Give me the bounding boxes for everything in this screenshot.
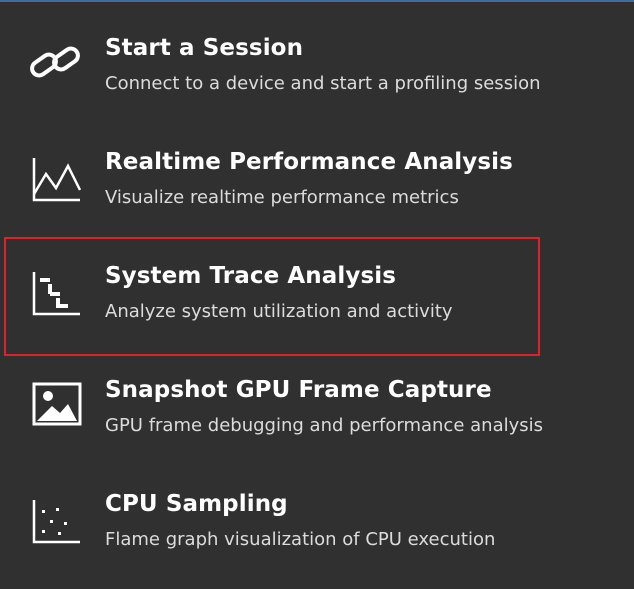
menu-item-title: System Trace Analysis xyxy=(105,263,397,289)
menu-item-gpu-frame-capture[interactable]: Snapshot GPU Frame Capture GPU frame deb… xyxy=(0,344,634,444)
menu-item-title: CPU Sampling xyxy=(105,491,288,517)
menu-item-title: Start a Session xyxy=(105,35,304,61)
session-menu-panel: Start a Session Connect to a device and … xyxy=(0,0,634,589)
menu-item-description: Flame graph visualization of CPU executi… xyxy=(105,529,496,550)
menu-item-description: Connect to a device and start a profilin… xyxy=(105,73,541,94)
trace-steps-icon xyxy=(28,270,86,320)
image-icon xyxy=(28,380,86,430)
line-chart-icon xyxy=(28,156,86,206)
menu-item-description: Visualize realtime performance metrics xyxy=(105,187,459,208)
menu-item-system-trace[interactable]: System Trace Analysis Analyze system uti… xyxy=(0,230,634,330)
menu-item-cpu-sampling[interactable]: CPU Sampling Flame graph visualization o… xyxy=(0,458,634,558)
link-icon xyxy=(28,40,86,90)
menu-item-description: Analyze system utilization and activity xyxy=(105,301,453,322)
menu-item-start-session[interactable]: Start a Session Connect to a device and … xyxy=(0,2,634,102)
menu-item-realtime-performance[interactable]: Realtime Performance Analysis Visualize … xyxy=(0,116,634,216)
menu-item-description: GPU frame debugging and performance anal… xyxy=(105,415,544,436)
menu-item-title: Snapshot GPU Frame Capture xyxy=(105,377,492,403)
menu-item-title: Realtime Performance Analysis xyxy=(105,149,513,175)
scatter-plot-icon xyxy=(28,498,86,548)
